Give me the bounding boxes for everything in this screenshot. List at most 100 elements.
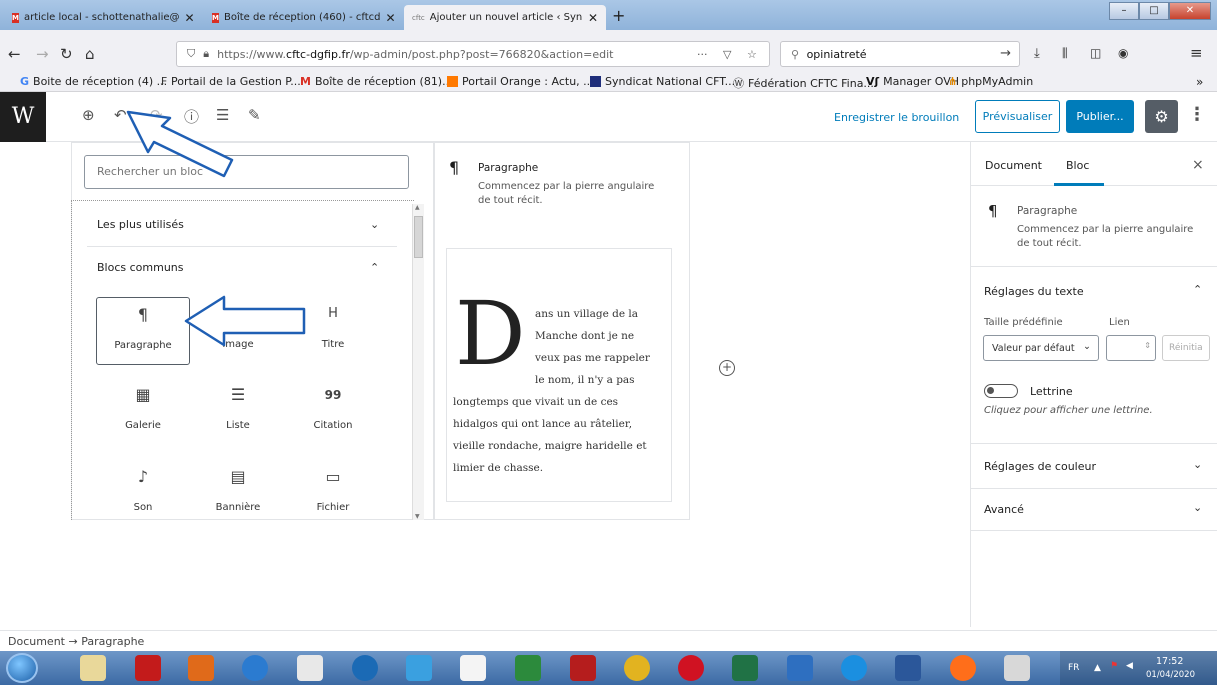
block-paragraph[interactable]: ¶ Paragraphe [96, 297, 190, 365]
chevron-up-icon[interactable]: ⌃ [370, 261, 379, 274]
reload-icon[interactable]: ↻ [60, 45, 73, 63]
teamviewer-icon[interactable] [841, 655, 867, 681]
bookmark-item[interactable]: ⋔ phpMyAdmin [948, 75, 1033, 88]
add-block-icon[interactable]: ⊕ [82, 106, 95, 124]
window-close-button[interactable]: ✕ [1169, 2, 1211, 20]
tab-inbox[interactable]: M Boîte de réception (460) - cftcd ✕ [204, 5, 400, 30]
sidebar-toggle-icon[interactable]: ◫ [1090, 46, 1101, 60]
bookmarks-overflow[interactable]: » [1196, 75, 1203, 89]
wordpress-logo-icon[interactable]: W [0, 92, 46, 142]
reset-button[interactable]: Réinitia [1162, 335, 1210, 361]
document-icon[interactable] [460, 655, 486, 681]
search-input[interactable]: ⚲ opiniatreté → [780, 41, 1020, 67]
section-common-blocks[interactable]: Blocs communs [97, 261, 184, 274]
filezilla-icon[interactable] [570, 655, 596, 681]
chevron-up-icon[interactable]: ⌃ [1193, 283, 1202, 296]
bookmark-star-icon[interactable]: ☆ [747, 48, 757, 61]
block-list-scrollbar[interactable]: ▲ ▼ [412, 204, 424, 520]
block-file[interactable]: ▭ Fichier [286, 460, 380, 520]
bookmark-item[interactable]: ₣ Portail de la Gestion P... [160, 75, 301, 88]
tray-arrow-icon[interactable]: ▲ [1094, 663, 1101, 673]
download-icon[interactable]: ⤓ [1034, 46, 1040, 61]
minimize-button[interactable]: – [1109, 2, 1139, 20]
language-indicator[interactable]: FR [1068, 663, 1079, 673]
bookmark-item[interactable]: Vʃ Manager OVH [866, 75, 959, 88]
advanced-heading[interactable]: Avancé [984, 503, 1024, 516]
section-most-used[interactable]: Les plus utilisés [97, 218, 184, 231]
home-icon[interactable]: ⌂ [85, 45, 95, 63]
app-grid-icon[interactable] [297, 655, 323, 681]
app-icon[interactable] [406, 655, 432, 681]
color-settings-heading[interactable]: Réglages de couleur [984, 460, 1096, 473]
search-go-icon[interactable]: → [1000, 46, 1011, 61]
scroll-down-icon[interactable]: ▼ [415, 513, 420, 520]
chevron-down-icon[interactable]: ⌄ [1193, 458, 1202, 471]
close-icon[interactable]: ✕ [588, 11, 598, 25]
library-icon[interactable]: ⫼ [1062, 46, 1068, 61]
close-icon[interactable]: ✕ [185, 11, 195, 25]
bookmark-item[interactable]: Portail Orange : Actu, ... [447, 75, 594, 88]
dropcap-toggle[interactable] [984, 384, 1018, 398]
tab-new-article[interactable]: cftc Ajouter un nouvel article ‹ Syn ✕ [404, 5, 606, 30]
word-icon[interactable] [895, 655, 921, 681]
media-player-icon[interactable] [188, 655, 214, 681]
chrome-icon[interactable] [624, 655, 650, 681]
block-gallery[interactable]: ▦ Galerie [96, 378, 190, 446]
breadcrumb-root[interactable]: Document [8, 635, 65, 648]
excel-icon[interactable] [732, 655, 758, 681]
publish-button[interactable]: Publier... [1066, 100, 1134, 133]
close-icon[interactable]: ✕ [386, 11, 396, 25]
new-tab-button[interactable]: + [612, 6, 625, 25]
block-quote[interactable]: 99 Citation [286, 378, 380, 446]
bookmark-item[interactable]: Syndicat National CFT... [590, 75, 735, 88]
bookmark-item[interactable]: Ⓦ Fédération CFTC Fina... [733, 75, 874, 91]
custom-size-input[interactable]: ⇕ [1106, 335, 1156, 361]
app-icon[interactable] [1004, 655, 1030, 681]
gear-icon[interactable]: ⚙ [1145, 100, 1178, 133]
preset-size-select[interactable]: Valeur par défaut ⌄ [983, 335, 1099, 361]
bookmark-item[interactable]: G Boite de réception (4) ... [20, 75, 167, 88]
clock-time[interactable]: 17:52 [1156, 656, 1183, 667]
add-block-icon[interactable]: + [719, 360, 735, 376]
url-bar[interactable]: ⛉ 🔒︎ https://www. cftc-dgfip.fr/wp-admin/… [176, 41, 770, 67]
scroll-up-icon[interactable]: ▲ [415, 204, 420, 211]
orange-icon [447, 76, 458, 87]
bookmark-item[interactable]: M Boîte de réception (81)... [300, 75, 453, 88]
firefox-icon[interactable] [950, 655, 976, 681]
volume-icon[interactable]: ◀ [1126, 661, 1133, 671]
account-icon[interactable]: ◉ [1118, 46, 1128, 60]
clock-date[interactable]: 01/04/2020 [1146, 670, 1195, 680]
tab-article-local[interactable]: M article local - schottenathalie@ ✕ [4, 5, 200, 30]
menu-icon[interactable]: ≡ [1190, 44, 1203, 62]
block-cover[interactable]: ▤ Bannière [191, 460, 285, 520]
maximize-button[interactable]: □ [1139, 2, 1169, 20]
app-icon[interactable] [242, 655, 268, 681]
pencil-icon[interactable]: ✎ [248, 106, 261, 124]
wifi-icon[interactable] [352, 655, 378, 681]
close-icon[interactable]: × [1192, 157, 1204, 173]
acrobat-icon[interactable] [135, 655, 161, 681]
tab-block[interactable]: Bloc [1066, 159, 1089, 172]
more-options-icon[interactable]: ⋮ [1188, 104, 1206, 125]
flag-icon[interactable]: ⚑ [1110, 661, 1118, 671]
block-audio[interactable]: ♪ Son [96, 460, 190, 520]
chevron-down-icon[interactable]: ⌄ [1193, 501, 1202, 514]
chart-app-icon[interactable] [515, 655, 541, 681]
preview-button[interactable]: Prévisualiser [975, 100, 1060, 133]
breadcrumb-leaf[interactable]: Paragraphe [81, 635, 144, 648]
opera-icon[interactable] [678, 655, 704, 681]
page-actions-icon[interactable]: ··· [697, 48, 708, 61]
back-icon[interactable]: ← [8, 45, 21, 63]
text-settings-heading[interactable]: Réglages du texte [984, 285, 1084, 298]
scrollbar-thumb[interactable] [414, 216, 423, 258]
forward-icon[interactable]: → [36, 45, 49, 63]
block-list[interactable]: ☰ Liste [191, 378, 285, 446]
file-explorer-icon[interactable] [80, 655, 106, 681]
start-button[interactable] [6, 653, 38, 683]
app-icon[interactable] [787, 655, 813, 681]
save-draft-button[interactable]: Enregistrer le brouillon [834, 111, 959, 124]
chevron-down-icon[interactable]: ⌄ [370, 218, 379, 231]
stepper-icon[interactable]: ⇕ [1144, 341, 1151, 350]
tab-document[interactable]: Document [985, 159, 1042, 172]
pocket-icon[interactable]: ▽ [723, 48, 731, 61]
